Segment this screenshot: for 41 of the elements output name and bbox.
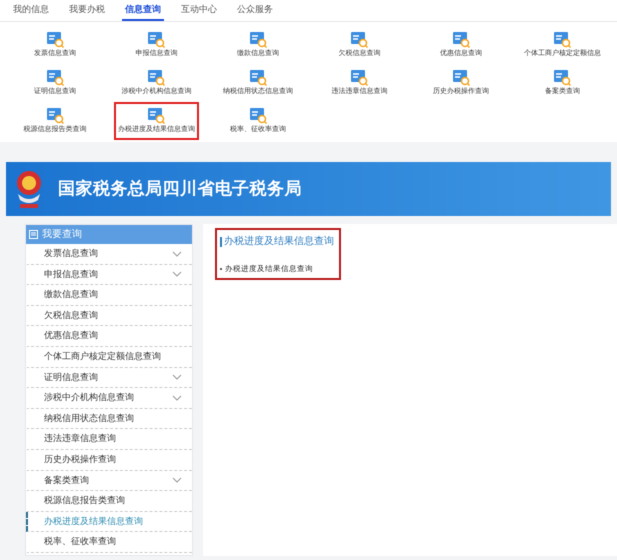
document-search-icon — [147, 107, 166, 124]
document-search-icon — [248, 31, 267, 48]
sidebar-item[interactable]: 违法违章信息查询 — [26, 429, 192, 450]
sidebar-item[interactable]: 备案类查询 — [26, 470, 192, 492]
document-search-icon — [248, 107, 267, 124]
sidebar-item[interactable]: 缴款信息查询 — [26, 285, 192, 306]
document-search-icon — [46, 69, 64, 86]
nav-tab[interactable]: 互动中心 — [178, 0, 220, 21]
sidebar-item[interactable]: 优惠信息查询 — [26, 326, 192, 347]
document-search-icon — [452, 69, 470, 86]
sidebar-item[interactable]: 历史办税操作查询 — [26, 450, 192, 471]
document-search-icon — [147, 31, 166, 48]
nav-tab[interactable]: 公众服务 — [234, 0, 276, 21]
sidebar-item[interactable]: 个体工商户核定定额信息查询 — [26, 346, 192, 368]
document-search-icon — [248, 69, 267, 86]
sidebar-item[interactable]: 申报信息查询 — [26, 264, 192, 286]
document-search-icon — [553, 69, 572, 86]
site-title: 国家税务总局四川省电子税务局 — [58, 178, 302, 200]
list-icon — [29, 230, 38, 239]
document-search-icon — [350, 69, 368, 86]
emblem-icon — [14, 168, 44, 210]
sidebar-item[interactable]: 税源信息报告类查询 — [26, 491, 192, 512]
document-search-icon — [46, 31, 64, 48]
nav-tab[interactable]: 信息查询 — [122, 0, 164, 21]
sidebar-item[interactable]: 涉税中介机构信息查询 — [26, 388, 192, 409]
nav-tab[interactable]: 我的信息 — [10, 0, 52, 21]
document-search-icon — [147, 69, 166, 86]
sidebar-item[interactable]: 欠税信息查询 — [26, 306, 192, 326]
sidebar-item[interactable]: 纳税信用状态信息查询 — [26, 408, 192, 430]
document-search-icon — [452, 31, 470, 48]
sidebar-item[interactable]: 办税进度及结果信息查询 — [26, 512, 192, 532]
nav-tab[interactable]: 我要办税 — [66, 0, 108, 21]
sidebar-title: 我要查询 — [42, 228, 82, 242]
document-search-icon — [553, 31, 572, 48]
document-search-icon — [46, 107, 64, 124]
sidebar-item[interactable]: 税率、征收率查询 — [26, 532, 192, 553]
sidebar-item[interactable]: 发票信息查询 — [26, 244, 192, 265]
content-title: 办税进度及结果信息查询 — [224, 234, 334, 249]
document-search-icon — [350, 31, 368, 48]
title-marker — [220, 236, 222, 246]
sidebar-item[interactable]: 证明信息查询 — [26, 368, 192, 388]
